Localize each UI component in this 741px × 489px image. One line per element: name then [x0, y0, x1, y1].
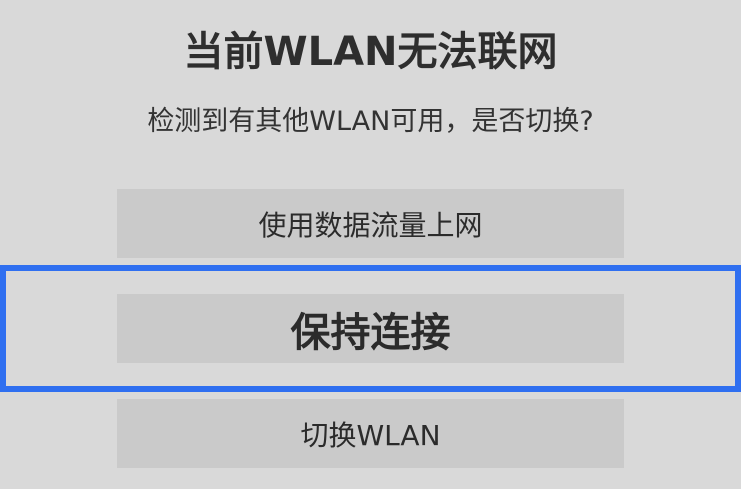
- switch-wlan-button[interactable]: 切换WLAN: [117, 399, 624, 468]
- keep-connection-button[interactable]: 保持连接: [117, 294, 624, 363]
- dialog-title: 当前WLAN无法联网: [183, 29, 558, 75]
- keep-connection-label: 保持连接: [290, 309, 451, 356]
- use-mobile-data-label: 使用数据流量上网: [258, 208, 483, 242]
- switch-wlan-label: 切换WLAN: [300, 418, 441, 452]
- dialog-message: 检测到有其他WLAN可用，是否切换?: [147, 106, 594, 137]
- wlan-unavailable-dialog: 当前WLAN无法联网 检测到有其他WLAN可用，是否切换? 使用数据流量上网 保…: [0, 0, 741, 489]
- use-mobile-data-button[interactable]: 使用数据流量上网: [117, 189, 624, 258]
